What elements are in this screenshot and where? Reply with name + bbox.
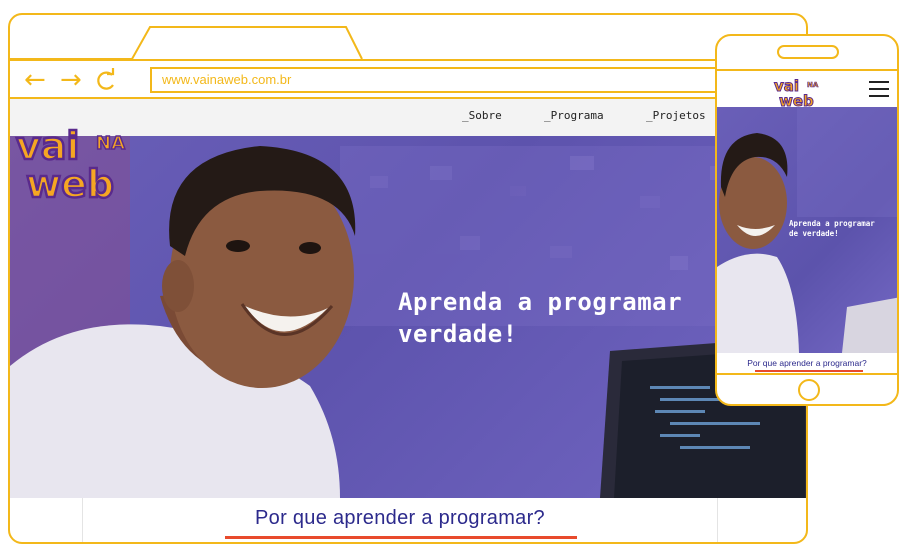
mobile-hero-banner: Aprenda a programar de verdade! — [717, 107, 897, 353]
mobile-cta-section: Por que aprender a programar? — [717, 353, 897, 375]
cta-section: Por que aprender a programar? — [82, 498, 718, 542]
svg-text:web: web — [779, 92, 814, 108]
mobile-header: vai NA web — [717, 71, 897, 109]
browser-window: ← → www.vainaweb.com.br _Sobre _Programa… — [8, 13, 808, 544]
mobile-vainaweb-logo[interactable]: vai NA web — [773, 76, 833, 109]
why-learn-programming-link[interactable]: Por que aprender a programar? — [83, 507, 717, 530]
forward-arrow-icon[interactable]: → — [60, 65, 82, 95]
address-url[interactable]: www.vainaweb.com.br — [162, 72, 291, 87]
vainaweb-logo[interactable]: vai NA web — [14, 123, 142, 203]
reload-icon[interactable] — [94, 65, 118, 95]
cta-underline — [225, 536, 577, 539]
nav-link-programa[interactable]: _Programa — [544, 109, 604, 122]
logo-word-web: web — [26, 162, 114, 203]
phone-speaker — [777, 45, 839, 59]
nav-link-sobre[interactable]: _Sobre — [462, 109, 502, 122]
home-button-icon[interactable] — [798, 379, 820, 401]
phone-divider-bottom — [717, 373, 897, 375]
hamburger-icon[interactable] — [869, 81, 889, 97]
browser-toolbar: ← → www.vainaweb.com.br — [10, 59, 806, 99]
back-arrow-icon[interactable]: ← — [24, 65, 46, 95]
mobile-cta-underline — [755, 370, 863, 372]
mobile-hero-headline: Aprenda a programar de verdade! — [789, 219, 875, 238]
logo-word-na: NA — [96, 133, 125, 154]
mobile-device: vai NA web Aprenda a programar de verdad… — [715, 34, 899, 406]
mobile-why-learn-programming-link[interactable]: Por que aprender a programar? — [717, 358, 897, 368]
nav-link-projetos[interactable]: _Projetos — [646, 109, 706, 122]
svg-text:NA: NA — [807, 81, 819, 89]
address-bar[interactable]: www.vainaweb.com.br — [150, 67, 806, 93]
